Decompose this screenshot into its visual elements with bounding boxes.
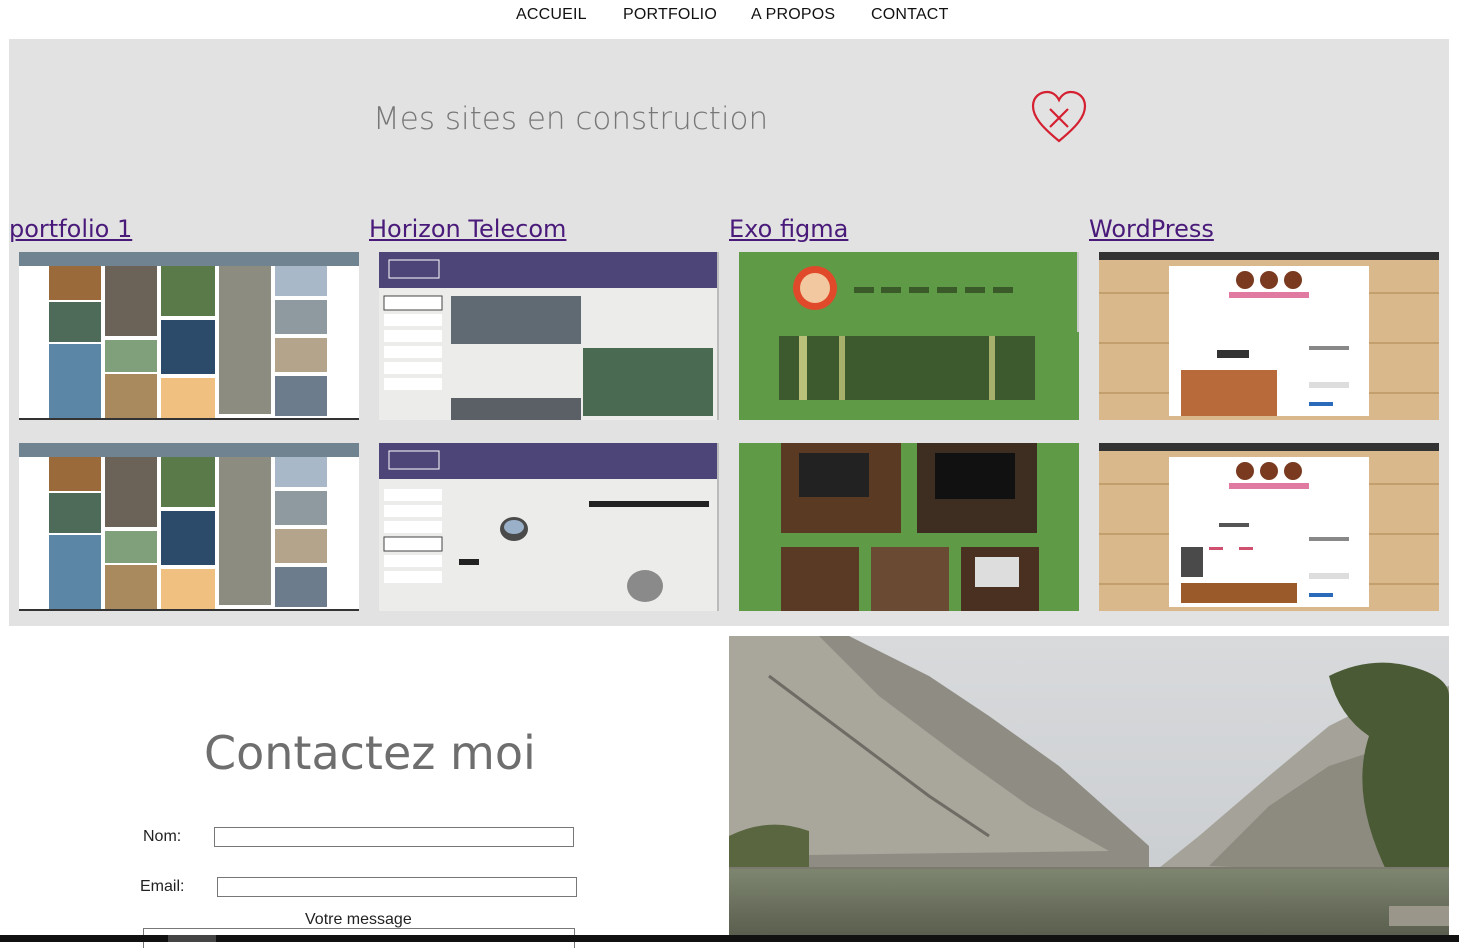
thumbnail-wordpress-page-2[interactable] (1099, 443, 1439, 611)
thumbnail-horizon-telecom[interactable] (379, 252, 719, 420)
thumbnail-wordpress[interactable] (1099, 252, 1439, 420)
horizontal-scrollbar[interactable] (0, 935, 1459, 942)
project-link-exo-figma[interactable]: Exo figma (729, 215, 848, 243)
main-nav: ACCUEIL PORTFOLIO A PROPOS CONTACT (0, 0, 1459, 39)
portfolio-section: Mes sites en construction portfolio 1 Ho… (9, 39, 1449, 626)
thumbnail-exo-figma-page-2[interactable] (739, 443, 1079, 611)
nav-contact[interactable]: CONTACT (871, 6, 949, 24)
project-link-horizon-telecom[interactable]: Horizon Telecom (369, 215, 566, 243)
nav-portfolio[interactable]: PORTFOLIO (623, 6, 717, 24)
section-title: Mes sites en construction (373, 101, 769, 137)
scrollbar-thumb[interactable] (168, 935, 216, 942)
landscape-photo (729, 636, 1449, 936)
name-field[interactable] (214, 827, 574, 847)
name-label: Nom: (143, 828, 182, 845)
nav-accueil[interactable]: ACCUEIL (516, 6, 587, 24)
page-scrollbar[interactable] (1451, 0, 1459, 935)
email-label: Email: (140, 878, 185, 895)
project-link-portfolio-1[interactable]: portfolio 1 (9, 215, 132, 243)
contact-title: Contactez moi (204, 726, 536, 780)
thumbnail-exo-figma[interactable] (739, 252, 1079, 420)
message-label: Votre message (305, 911, 412, 928)
thumbnail-horizon-telecom-page-2[interactable] (379, 443, 719, 611)
project-link-wordpress[interactable]: WordPress (1089, 215, 1214, 243)
thumbnail-portfolio-1-page-2[interactable] (19, 443, 359, 611)
broken-heart-icon (1031, 90, 1087, 143)
thumbnail-portfolio-1[interactable] (19, 252, 359, 420)
email-field[interactable] (217, 877, 577, 897)
nav-a-propos[interactable]: A PROPOS (751, 6, 835, 24)
